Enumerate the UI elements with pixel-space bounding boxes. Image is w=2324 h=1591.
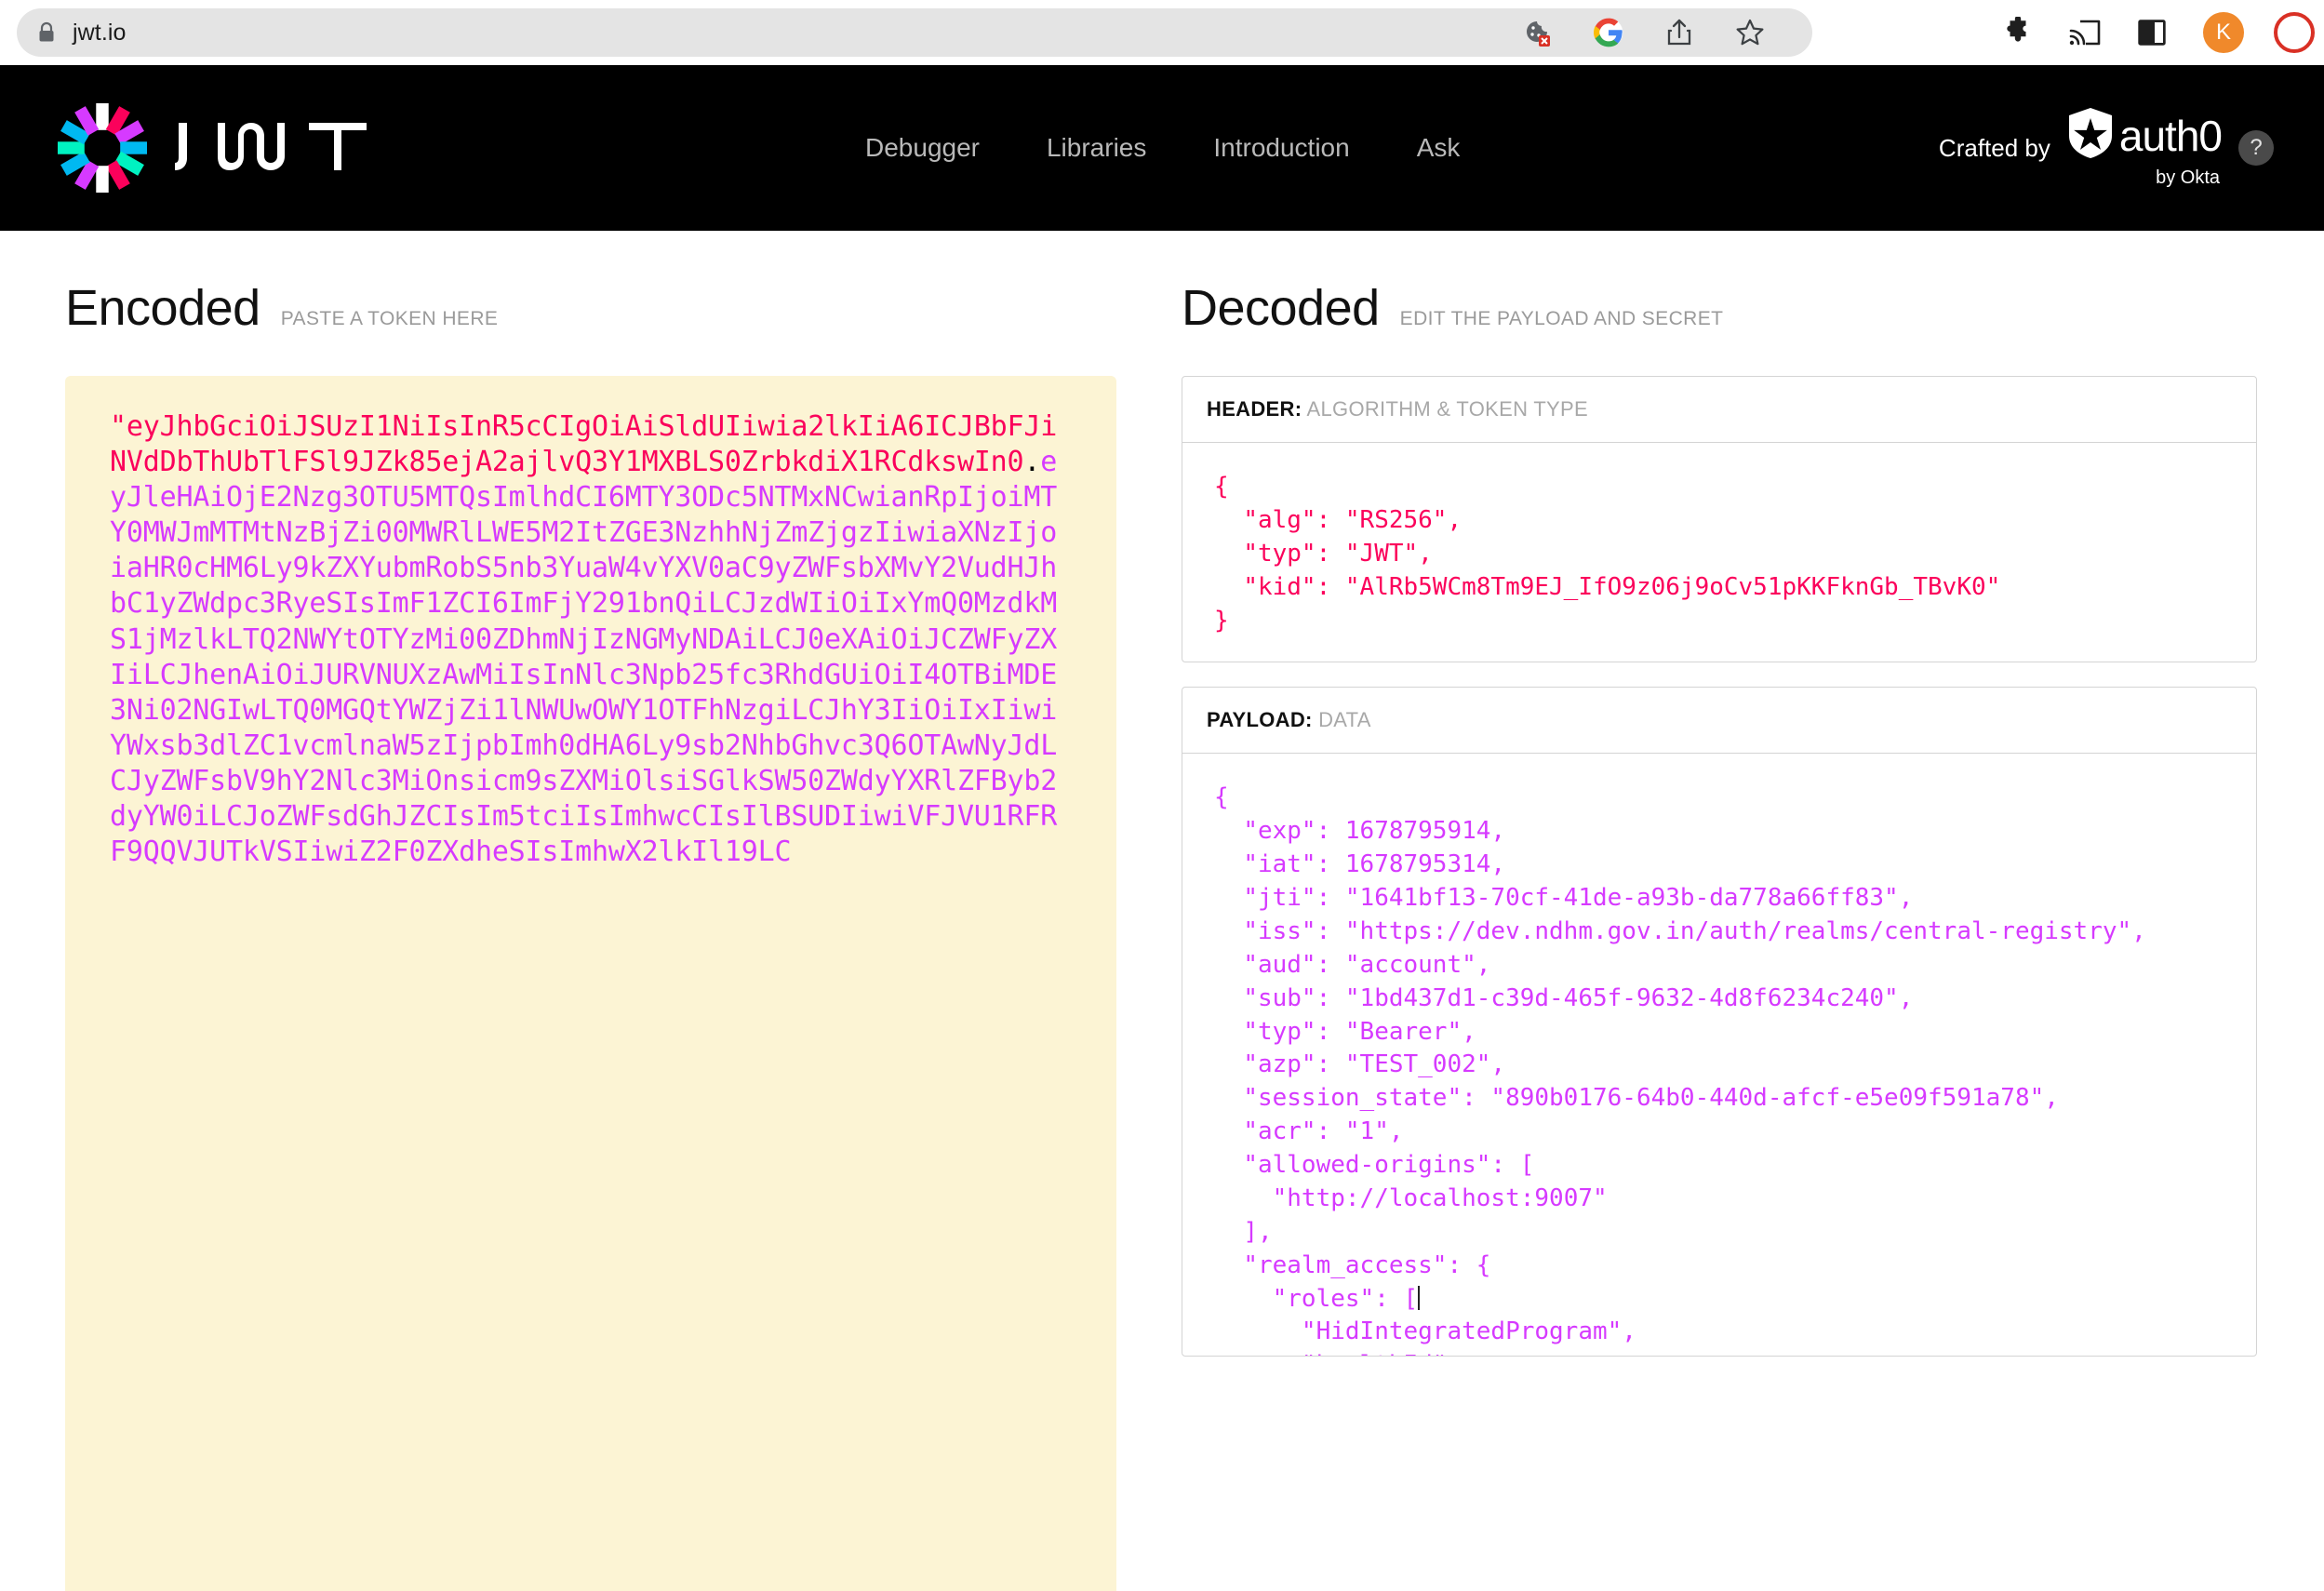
- browser-toolbar: jwt.io K: [0, 0, 2324, 65]
- nav-item-libraries[interactable]: Libraries: [1047, 133, 1146, 163]
- token-quote: ": [110, 410, 127, 443]
- avatar[interactable]: K: [2203, 12, 2244, 53]
- address-bar[interactable]: jwt.io: [17, 8, 1812, 57]
- side-panel-icon[interactable]: [2136, 17, 2168, 48]
- google-icon[interactable]: [1593, 17, 1624, 48]
- help-icon[interactable]: ?: [2238, 130, 2274, 166]
- payload-json-editor[interactable]: { "exp": 1678795914, "iat": 1678795314, …: [1182, 754, 2256, 1356]
- site-header: Debugger Libraries Introduction Ask Craf…: [0, 65, 2324, 231]
- header-json-editor[interactable]: { "alg": "RS256", "typ": "JWT", "kid": "…: [1182, 443, 2256, 662]
- profile-secondary-avatar[interactable]: [2274, 12, 2315, 53]
- crafted-by-label: Crafted by: [1938, 133, 2050, 162]
- decoded-subtitle: EDIT THE PAYLOAD AND SECRET: [1399, 308, 1724, 329]
- bookmark-star-icon[interactable]: [1734, 17, 1766, 48]
- token-separator: .: [1023, 446, 1041, 479]
- jwt-logo-icon: [58, 103, 147, 193]
- share-icon[interactable]: [1663, 17, 1695, 48]
- token-header-segment: eyJhbGciOiJSUzI1NiIsInR5cCIgOiAiSldUIiwi…: [110, 410, 1058, 479]
- token-text: "eyJhbGciOiJSUzI1NiIsInR5cCIgOiAiSldUIiw…: [110, 409, 1072, 870]
- encoded-header: Encoded PASTE A TOKEN HERE: [65, 279, 1116, 337]
- payload-card-label-sub: DATA: [1318, 708, 1371, 732]
- encoded-token-input[interactable]: "eyJhbGciOiJSUzI1NiIsInR5cCIgOiAiSldUIiw…: [65, 376, 1116, 1591]
- nav-item-ask[interactable]: Ask: [1417, 133, 1461, 163]
- payload-card-label: PAYLOAD: DATA: [1182, 688, 2256, 755]
- auth0-logo[interactable]: auth0 by Okta: [2067, 107, 2223, 189]
- decoded-header: Decoded EDIT THE PAYLOAD AND SECRET: [1182, 279, 2257, 337]
- token-payload-segment: eyJleHAiOjE2Nzg3OTU5MTQsImlhdCI6MTY3ODc5…: [110, 446, 1058, 869]
- url-text: jwt.io: [73, 19, 127, 46]
- browser-action-icons: K: [2002, 0, 2315, 65]
- payload-json-after-caret: "HidIntegratedProgram", "healthId",: [1301, 1317, 1636, 1356]
- header-card-label-main: HEADER:: [1207, 397, 1302, 421]
- payload-card-label-main: PAYLOAD:: [1207, 708, 1313, 732]
- main-nav: Debugger Libraries Introduction Ask: [865, 133, 1460, 163]
- cookie-blocked-icon[interactable]: [1522, 17, 1554, 48]
- decoded-title: Decoded: [1182, 280, 1380, 336]
- jwt-logo-link[interactable]: [58, 103, 368, 193]
- nav-item-debugger[interactable]: Debugger: [865, 133, 980, 163]
- payload-card: PAYLOAD: DATA { "exp": 1678795914, "iat"…: [1182, 687, 2257, 1357]
- decoded-pane: Decoded EDIT THE PAYLOAD AND SECRET HEAD…: [1182, 231, 2324, 1591]
- nav-item-introduction[interactable]: Introduction: [1213, 133, 1349, 163]
- crafted-by-block: Crafted by auth0 by Okta ?: [1939, 107, 2274, 189]
- header-card-label: HEADER: ALGORITHM & TOKEN TYPE: [1182, 377, 2256, 443]
- extensions-puzzle-icon[interactable]: [2002, 17, 2034, 48]
- cast-icon[interactable]: [2069, 17, 2101, 48]
- header-card-label-sub: ALGORITHM & TOKEN TYPE: [1306, 397, 1588, 421]
- payload-json-before-caret: { "exp": 1678795914, "iat": 1678795314, …: [1214, 783, 2146, 1313]
- jwt-wordmark: [173, 119, 368, 177]
- main-content: Encoded PASTE A TOKEN HERE "eyJhbGciOiJS…: [0, 231, 2324, 1591]
- auth0-wordmark: auth0: [2118, 111, 2223, 160]
- by-okta-label: by Okta: [2156, 167, 2220, 188]
- text-caret: [1418, 1285, 1421, 1310]
- encoded-title: Encoded: [65, 280, 260, 336]
- encoded-subtitle: PASTE A TOKEN HERE: [280, 308, 499, 329]
- lock-icon: [37, 21, 56, 44]
- header-card: HEADER: ALGORITHM & TOKEN TYPE { "alg": …: [1182, 376, 2257, 663]
- encoded-pane: Encoded PASTE A TOKEN HERE "eyJhbGciOiJS…: [0, 231, 1182, 1591]
- auth0-shield-icon: [2067, 107, 2114, 164]
